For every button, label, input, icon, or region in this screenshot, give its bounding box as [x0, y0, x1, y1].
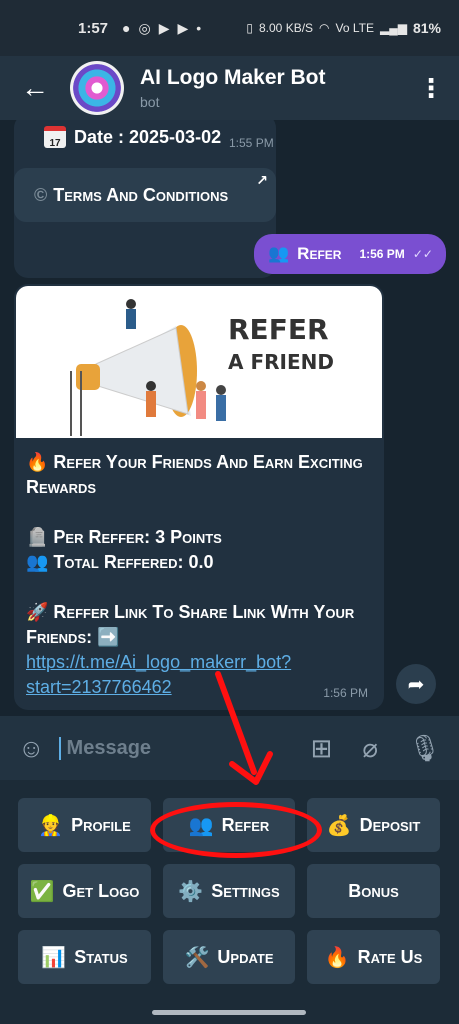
chat-icon: ● [122, 19, 131, 36]
fire-icon: 🔥 [324, 946, 350, 969]
settings-button[interactable]: ⚙️ Settings [163, 864, 295, 918]
calendar-icon: 17 [44, 126, 66, 149]
image-headline: REFER A FRIEND [228, 313, 334, 375]
annotation-ellipse [150, 802, 322, 858]
chat-header: ← AI Logo Maker Bot bot ⋮ [0, 56, 459, 120]
referral-text: 🔥 Refer Your Friends And Earn Exciting R… [14, 440, 384, 710]
message-composer: ☺ ⊞ ⌀ 🎙 [0, 716, 459, 780]
status-right: ▯ 8.00 KB/S ◠ Vo LTE ▂▄▆ 81% [246, 20, 441, 36]
home-indicator [152, 1010, 306, 1015]
network-label: Vo LTE [335, 21, 374, 35]
notification-icons: ● ◎ ▶ ▶ • [122, 20, 201, 37]
date-line: 17 Date : 2025-03-02 [44, 126, 221, 149]
status-button[interactable]: 📊 Status [18, 930, 151, 984]
outgoing-time: 1:56 PM [359, 247, 405, 261]
terms-button[interactable]: © Terms And Conditions ↗ [14, 168, 276, 222]
net-speed: 8.00 KB/S [259, 21, 314, 35]
people-icon: 👥 [268, 244, 290, 263]
bot-keyboard-icon[interactable]: ⊞ [311, 733, 333, 764]
referral-message: REFER A FRIEND 🔥 Refer Your Friends And … [14, 284, 384, 710]
card-time: 1:56 PM [323, 686, 368, 700]
back-arrow-icon[interactable]: ← [0, 72, 70, 104]
referral-link[interactable]: https://t.me/Ai_logo_makerr_bot?start=21… [26, 652, 291, 697]
battery-level: 81% [412, 20, 441, 36]
attach-icon[interactable]: ⌀ [362, 733, 378, 764]
check-icon: ✅ [29, 880, 55, 903]
chat-area[interactable]: 17 Date : 2025-03-02 1:55 PM © Terms And… [0, 120, 459, 716]
outgoing-text: Refer [297, 244, 342, 263]
chart-icon: 📊 [41, 946, 67, 969]
rate-us-button[interactable]: 🔥 Rate Us [307, 930, 440, 984]
more-notifications-icon: • [196, 19, 202, 36]
emoji-icon[interactable]: ☺ [18, 733, 45, 764]
instagram-icon: ◎ [138, 19, 151, 36]
gear-icon: ⚙️ [178, 880, 204, 903]
vibrate-icon: ▯ [246, 21, 253, 35]
message-input[interactable] [58, 736, 269, 760]
bonus-button[interactable]: Bonus [307, 864, 440, 918]
signal-icon: ▂▄▆ [380, 21, 407, 35]
total-referred: 👥 Total Reffered: 0.0 [26, 552, 214, 572]
share-text: 🚀 Reffer Link To Share Link With Your Fr… [26, 602, 355, 647]
share-forward-icon[interactable]: ➦ [396, 664, 436, 704]
refer-friend-image: REFER A FRIEND [16, 286, 382, 438]
get-logo-button[interactable]: ✅ Get Logo [18, 864, 151, 918]
more-options-icon[interactable]: ⋮ [403, 73, 459, 104]
referral-headline: 🔥 Refer Your Friends And Earn Exciting R… [26, 452, 363, 497]
read-check-icon: ✓✓ [412, 247, 433, 261]
microphone-icon[interactable]: 🎙 [408, 733, 441, 764]
status-bar: 1:57 ● ◎ ▶ ▶ • ▯ 8.00 KB/S ◠ Vo LTE ▂▄▆ … [0, 0, 459, 56]
wifi-icon: ◠ [319, 21, 330, 35]
external-link-icon: ↗ [256, 172, 268, 188]
chat-title-block[interactable]: AI Logo Maker Bot bot [140, 66, 326, 110]
money-bag-icon: 💰 [326, 814, 352, 837]
youtube-icon: ▶ [158, 19, 170, 36]
chat-title: AI Logo Maker Bot [140, 66, 326, 89]
copyright-icon: © [34, 184, 48, 205]
chat-subtitle: bot [140, 94, 160, 110]
profile-button[interactable]: 👷 Profile [18, 798, 151, 852]
bot-avatar[interactable] [70, 61, 124, 115]
worker-icon: 👷 [38, 814, 64, 837]
message-time: 1:55 PM [229, 136, 274, 150]
deposit-button[interactable]: 💰 Deposit [307, 798, 440, 852]
youtube-icon-2: ▶ [177, 19, 189, 36]
status-time: 1:57 [78, 19, 109, 37]
update-button[interactable]: 🛠️ Update [163, 930, 295, 984]
per-refer-points: 🪦 Per Reffer: 3 Points [26, 527, 222, 547]
outgoing-message: 👥 Refer 1:56 PM ✓✓ [254, 234, 446, 274]
tools-icon: 🛠️ [184, 946, 210, 969]
